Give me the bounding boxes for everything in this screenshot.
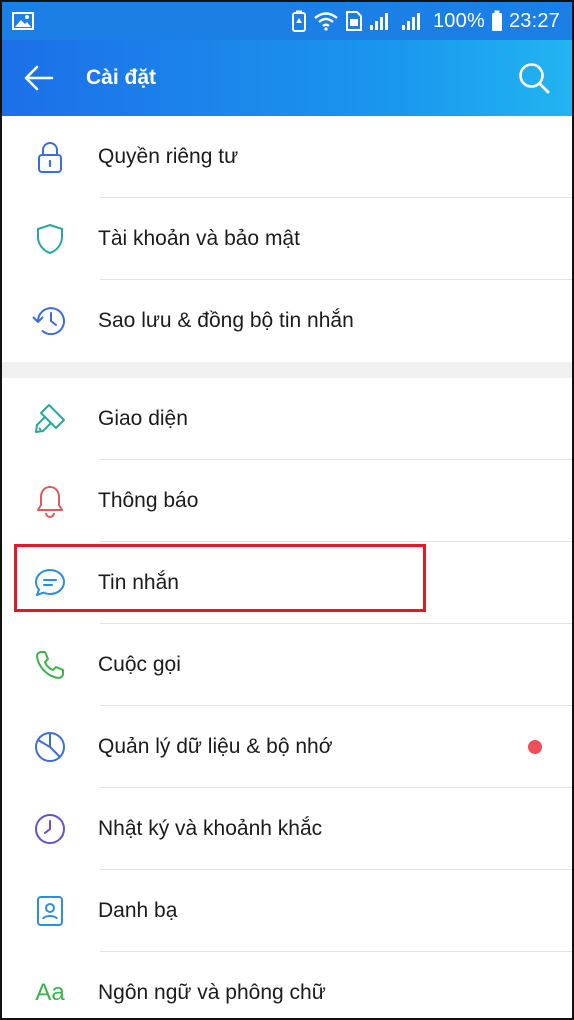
settings-item-messages[interactable]: Tin nhắn (2, 542, 572, 624)
settings-item-timeline-moments[interactable]: Nhật ký và khoảnh khắc (2, 788, 572, 870)
settings-item-label: Cuộc gọi (98, 653, 181, 676)
settings-item-data-storage[interactable]: Quản lý dữ liệu & bộ nhớ (2, 706, 572, 788)
battery-percentage: 100% (432, 9, 485, 32)
settings-group-account: Quyền riêng tư Tài khoản và bảo mật Sao … (2, 116, 572, 362)
search-button[interactable] (518, 62, 550, 99)
pie-chart-icon (35, 732, 65, 762)
font-aa-icon: Aa (35, 979, 65, 1006)
history-clock-icon (32, 307, 65, 336)
signal-strength-2-icon (401, 13, 420, 30)
settings-item-calls[interactable]: Cuộc gọi (2, 624, 572, 706)
app-bar: Cài đặt (2, 40, 572, 116)
bell-icon (37, 486, 63, 518)
contact-card-icon (37, 896, 63, 926)
settings-item-label: Tin nhắn (98, 571, 179, 594)
settings-item-label: Quản lý dữ liệu & bộ nhớ (98, 735, 333, 758)
settings-item-language-font[interactable]: Aa Ngôn ngữ và phông chữ (2, 952, 572, 1018)
settings-screen: 100% 23:27 Cài đặt Quyền riêng tư Tài kh… (0, 0, 574, 1020)
lock-icon (38, 142, 62, 173)
status-bar: 100% 23:27 (2, 2, 572, 40)
page-title: Cài đặt (86, 66, 157, 89)
sim-card-icon (345, 11, 362, 31)
chat-bubble-icon (35, 569, 65, 596)
settings-item-label: Sao lưu & đồng bộ tin nhắn (98, 309, 354, 332)
clock-icon (35, 814, 65, 844)
settings-item-label: Thông báo (98, 489, 199, 512)
clock-time: 23:27 (508, 9, 560, 32)
signal-strength-icon (369, 13, 388, 30)
settings-item-label: Quyền riêng tư (98, 145, 239, 168)
gallery-notification-icon (12, 12, 34, 30)
battery-icon (491, 10, 502, 31)
settings-item-label: Ngôn ngữ và phông chữ (98, 981, 326, 1004)
back-arrow-icon (24, 65, 54, 91)
settings-item-label: Danh bạ (98, 899, 178, 922)
battery-saver-icon (291, 10, 306, 32)
settings-item-label: Giao diện (98, 407, 188, 430)
settings-item-backup-sync[interactable]: Sao lưu & đồng bộ tin nhắn (2, 280, 572, 362)
settings-item-privacy[interactable]: Quyền riêng tư (2, 116, 572, 198)
settings-item-notifications[interactable]: Thông báo (2, 460, 572, 542)
settings-item-label: Nhật ký và khoảnh khắc (98, 817, 323, 840)
paint-brush-icon (35, 404, 65, 433)
settings-item-label: Tài khoản và bảo mật (98, 227, 300, 250)
section-separator (2, 362, 572, 378)
settings-item-contacts[interactable]: Danh bạ (2, 870, 572, 952)
back-button[interactable] (24, 65, 54, 91)
shield-icon (37, 223, 63, 255)
notification-badge-dot (528, 740, 542, 754)
wifi-icon (314, 12, 338, 31)
settings-item-appearance[interactable]: Giao diện (2, 378, 572, 460)
settings-item-account-security[interactable]: Tài khoản và bảo mật (2, 198, 572, 280)
search-icon (519, 63, 550, 94)
phone-icon (36, 651, 64, 679)
settings-group-app: Giao diện Thông báo Tin nhắn Cuộc gọi Qu… (2, 378, 572, 1018)
